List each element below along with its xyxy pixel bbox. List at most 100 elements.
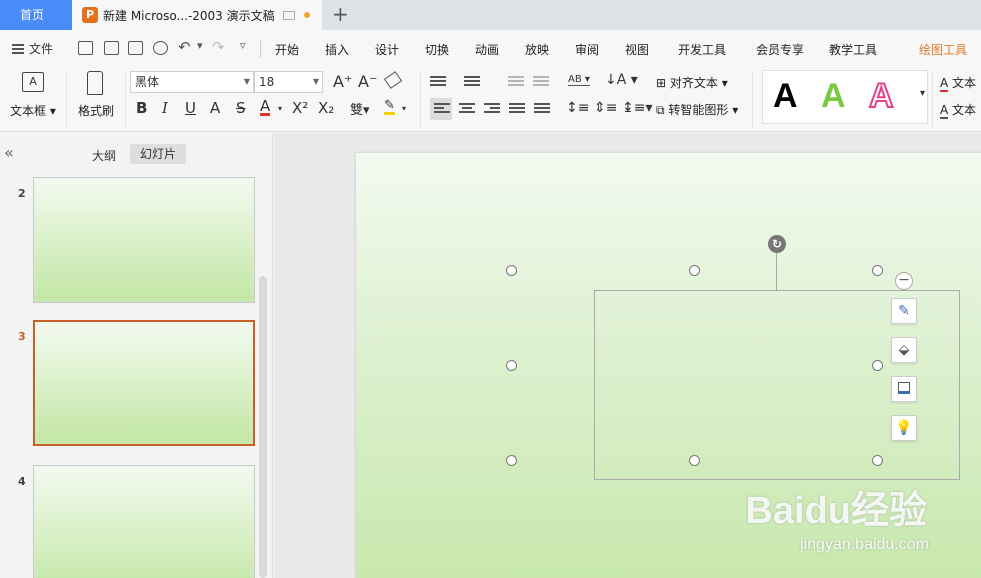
italic-icon[interactable]: I	[162, 99, 168, 117]
font-color-icon[interactable]: A	[260, 99, 271, 116]
distribute-icon[interactable]	[534, 103, 550, 117]
format-painter-icon[interactable]	[87, 71, 103, 95]
menu-design[interactable]: 设计	[375, 41, 399, 58]
resize-handle[interactable]	[872, 360, 883, 371]
subscript-icon[interactable]: X₂	[318, 99, 334, 117]
collapse-panel-icon[interactable]: «	[4, 143, 14, 162]
align-left-icon[interactable]	[434, 103, 450, 117]
print-preview-icon[interactable]	[153, 41, 168, 55]
increase-indent-icon[interactable]	[533, 76, 549, 90]
textbox-icon[interactable]: A	[22, 72, 44, 92]
new-tab-button[interactable]: +	[332, 4, 349, 24]
decrease-indent-icon[interactable]	[508, 76, 524, 90]
font-name-select[interactable]: 黑体 ▼	[130, 71, 254, 93]
strikethrough-icon[interactable]: S	[236, 99, 246, 117]
menu-start[interactable]: 开始	[275, 41, 299, 58]
text-fill-button[interactable]: A 文本	[940, 74, 976, 92]
wordart-style-black[interactable]: A	[773, 77, 798, 116]
menu-transition[interactable]: 切换	[425, 41, 449, 58]
format-painter-label[interactable]: 格式刷	[78, 102, 114, 119]
menu-view[interactable]: 视图	[625, 41, 649, 58]
menu-developer[interactable]: 开发工具	[678, 41, 726, 58]
monitor-icon[interactable]	[282, 10, 295, 20]
numbered-list-icon[interactable]	[464, 76, 480, 90]
slide-thumbnail-content	[37, 181, 251, 299]
smart-shape-button[interactable]: ⧉ 转智能图形 ▾	[656, 101, 738, 118]
align-right-icon[interactable]	[484, 103, 500, 117]
print-icon[interactable]	[128, 41, 143, 55]
save-icon[interactable]	[78, 41, 93, 55]
resize-handle[interactable]	[689, 455, 700, 466]
text-outline-label: 文本	[952, 103, 977, 117]
slide-thumbnail-selected[interactable]	[33, 320, 255, 446]
menu-slideshow[interactable]: 放映	[525, 41, 549, 58]
chevron-down-icon: ▼	[243, 77, 250, 86]
export-icon[interactable]	[104, 41, 119, 55]
quick-access-more-icon[interactable]: ▿	[240, 39, 246, 52]
tab-slides[interactable]: 幻灯片	[130, 144, 186, 164]
textbox-label: 文本框	[10, 104, 47, 118]
rotate-handle-icon[interactable]: ↻	[768, 235, 786, 253]
pen-icon[interactable]: ✎	[891, 298, 917, 324]
resize-handle[interactable]	[872, 455, 883, 466]
wordart-gallery: A A A	[762, 70, 928, 124]
shadow-text-icon[interactable]: A	[210, 99, 220, 117]
decrease-font-icon[interactable]: A⁻	[358, 72, 377, 91]
text-direction-icon[interactable]: AB ▾	[568, 74, 590, 86]
underline-icon[interactable]: U	[185, 99, 196, 117]
chevron-down-icon[interactable]: ▾	[402, 104, 406, 113]
chevron-down-icon[interactable]: ▾	[278, 104, 282, 113]
line-spacing-icon[interactable]: ↕≡	[566, 100, 589, 116]
font-size-value: 18	[259, 75, 275, 89]
clear-format-icon[interactable]	[383, 71, 403, 89]
wordart-more-icon[interactable]: ▾	[920, 88, 925, 99]
fill-bucket-icon[interactable]: ⬙	[891, 337, 917, 363]
bold-icon[interactable]: B	[136, 99, 147, 117]
spacing-dropdown-icon[interactable]: ↨≡▾	[622, 100, 653, 116]
justify-icon[interactable]	[509, 103, 525, 117]
align-text-label: 对齐文本	[669, 76, 718, 90]
file-menu-button[interactable]: 文件	[12, 40, 53, 57]
slide-thumbnail[interactable]	[33, 177, 255, 303]
resize-handle[interactable]	[689, 265, 700, 276]
menu-member[interactable]: 会员专享	[756, 41, 804, 58]
collapse-toolbar-icon[interactable]: −	[895, 272, 913, 290]
watermark-url: jingyan.baidu.com	[800, 536, 929, 553]
phonetic-guide-icon[interactable]: 雙▾	[350, 99, 370, 118]
undo-icon[interactable]: ↶	[178, 38, 191, 56]
resize-handle[interactable]	[506, 265, 517, 276]
resize-handle[interactable]	[506, 455, 517, 466]
highlight-icon[interactable]: ✎	[384, 99, 395, 115]
wordart-style-green[interactable]: A	[821, 77, 846, 116]
menu-teaching-tools[interactable]: 教学工具	[829, 41, 877, 58]
tab-home[interactable]: 首页	[0, 0, 72, 30]
menu-animation[interactable]: 动画	[475, 41, 499, 58]
menu-drawing-tools[interactable]: 绘图工具	[919, 41, 967, 58]
font-size-select[interactable]: 18 ▼	[254, 71, 323, 93]
scrollbar[interactable]	[259, 276, 267, 578]
align-text-button[interactable]: ⊞ 对齐文本 ▾	[656, 74, 728, 91]
text-outline-button[interactable]: A 文本	[940, 101, 977, 119]
textbox-button[interactable]: 文本框 ▾	[10, 102, 56, 119]
resize-handle[interactable]	[506, 360, 517, 371]
text-fill-icon: A	[940, 76, 949, 92]
undo-dropdown-icon[interactable]: ▾	[197, 39, 203, 52]
align-center-icon[interactable]	[459, 103, 475, 117]
tab-outline[interactable]: 大纲	[92, 147, 116, 164]
sort-icon[interactable]: ↓A ▾	[605, 72, 638, 88]
resize-handle[interactable]	[872, 265, 883, 276]
bullet-list-icon[interactable]	[430, 76, 446, 90]
slide-thumbnail-content	[37, 469, 251, 578]
font-name-value: 黑体	[135, 75, 160, 89]
slide-thumbnail[interactable]	[33, 465, 255, 578]
tab-document[interactable]: P 新建 Microso...-2003 演示文稿	[72, 0, 322, 30]
superscript-icon[interactable]: X²	[292, 99, 308, 117]
lightbulb-icon[interactable]: 💡	[891, 415, 917, 441]
wordart-style-pink-outline[interactable]: A	[868, 76, 895, 116]
menu-review[interactable]: 审阅	[575, 41, 599, 58]
redo-icon[interactable]: ↷	[212, 38, 225, 56]
outline-icon[interactable]	[891, 376, 917, 402]
menu-insert[interactable]: 插入	[325, 41, 349, 58]
paragraph-spacing-icon[interactable]: ⇕≡	[594, 100, 617, 116]
increase-font-icon[interactable]: A⁺	[333, 72, 352, 91]
